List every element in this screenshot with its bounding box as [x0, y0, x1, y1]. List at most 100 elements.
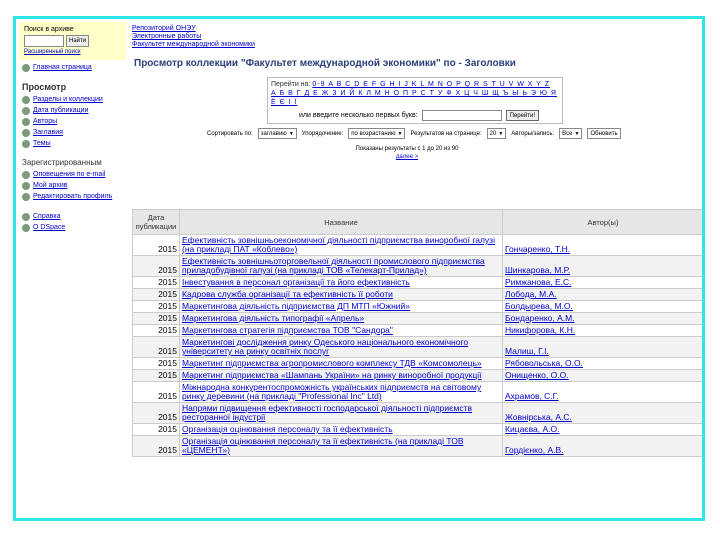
row-year: 2015 — [132, 357, 180, 370]
row-title[interactable]: Інвестування в персонал організації та й… — [179, 276, 503, 289]
browse-communities[interactable]: Разделы и коллекции — [22, 96, 126, 104]
browse-heading: Просмотр — [22, 82, 67, 92]
table-row: 2015 Ефективність зовнішньоекономічної ді… — [132, 234, 702, 256]
header-title[interactable]: Название — [179, 209, 503, 235]
my-archive-link[interactable]: Мой архив — [22, 182, 126, 190]
results-info: Показаны результаты с 1 до 20 из 90 дале… — [207, 145, 607, 161]
browser-frame: Поиск в архиве Найти Расширенный поиск Г… — [13, 16, 705, 521]
browse-authors[interactable]: Авторы — [22, 118, 126, 126]
arrow-icon — [22, 140, 30, 148]
arrow-icon — [22, 213, 30, 221]
email-alerts-link[interactable]: Оповещения по e-mail — [22, 171, 126, 179]
row-author[interactable]: Гончаренко, Т.Н. — [502, 234, 702, 256]
browse-date[interactable]: Дата публикации — [22, 107, 126, 115]
search-input[interactable] — [24, 35, 64, 47]
arrow-icon — [22, 107, 30, 115]
breadcrumb: Репозиторий ОНЭУ Электронные работы Факу… — [132, 25, 702, 49]
row-author[interactable]: Гордієнко, А.В. — [502, 435, 702, 457]
alphabet-jump: Перейти на: 0-9 A B C D E F G H I J K L … — [267, 77, 563, 124]
order-select[interactable]: по возрастанию ▼ — [348, 128, 406, 139]
refresh-button[interactable]: Обновить — [587, 128, 621, 139]
sort-select[interactable]: заглавию ▼ — [257, 128, 297, 139]
row-author[interactable]: Никифорова, К.Н. — [502, 324, 702, 337]
advanced-search-link[interactable]: Расширенный поиск — [24, 49, 121, 55]
row-author[interactable]: Онищенко, О.О. — [502, 369, 702, 382]
chevron-down-icon: ▼ — [288, 130, 294, 137]
breadcrumb-item[interactable]: Репозиторий ОНЭУ — [132, 25, 702, 33]
table-row: 2015 Організація оцінювання персоналу та … — [132, 435, 702, 457]
arrow-icon — [22, 96, 30, 104]
row-title[interactable]: Маркетинг підприємства агропромислового … — [179, 357, 503, 370]
cyrillic-letters[interactable]: А Б В Г Д Е Ж З И Й К Л М Н О П Р С Т У … — [271, 90, 557, 106]
home-link[interactable]: Главная страница — [22, 64, 126, 72]
row-author[interactable]: Рябовольська, О.О. — [502, 357, 702, 370]
table-row: 2015 Маркетингова стратегія підприємства … — [132, 324, 702, 337]
arrow-icon — [22, 224, 30, 232]
table-row: 2015 Маркетингові дослідження ринку Одесь… — [132, 336, 702, 358]
go-button[interactable]: Перейти! — [505, 110, 540, 121]
next-page-link[interactable]: далее > — [207, 153, 607, 161]
row-year: 2015 — [132, 369, 180, 382]
table-row: 2015 Інвестування в персонал організації … — [132, 276, 702, 289]
row-author[interactable]: Кицаєва, А.О. — [502, 423, 702, 436]
row-author[interactable]: Болдырева, М.О. — [502, 300, 702, 313]
results-count: Показаны результаты с 1 до 20 из 90 — [355, 146, 459, 152]
row-year: 2015 — [132, 234, 180, 256]
table-row: 2015 Ефективність зовнішньоторговельної д… — [132, 255, 702, 277]
results-table: Дата публикации Название Автор(ы) 2015 Еф… — [132, 209, 702, 457]
table-row: 2015 Міжнародна конкурентоспроможність ук… — [132, 381, 702, 403]
row-title[interactable]: Ефективність зовнішньоторговельної діяль… — [179, 255, 503, 277]
chevron-down-icon: ▼ — [397, 130, 403, 137]
row-title[interactable]: Маркетинг підприємства «Шампань України»… — [179, 369, 503, 382]
edit-profile-link[interactable]: Редактировать профиль — [22, 193, 126, 201]
row-title[interactable]: Ефективність зовнішньоекономічної діяльн… — [179, 234, 503, 256]
row-year: 2015 — [132, 336, 180, 358]
latin-letters[interactable]: 0-9 A B C D E F G H I J K L M N O P Q R … — [312, 81, 550, 88]
page-title: Просмотр коллекции "Факультет международ… — [134, 58, 516, 69]
order-label: Упорядочение: — [301, 130, 344, 137]
row-year: 2015 — [132, 423, 180, 436]
table-row: 2015 Організація оцінювання персоналу та … — [132, 423, 702, 436]
row-author[interactable]: Жовнірська, А.С. — [502, 402, 702, 424]
row-title[interactable]: Організація оцінювання персоналу та її е… — [179, 435, 503, 457]
first-letters-input[interactable] — [421, 110, 502, 121]
row-title[interactable]: Маркетингова діяльність типографії «Апре… — [179, 312, 503, 325]
row-title[interactable]: Міжнародна конкурентоспроможність україн… — [179, 381, 503, 403]
results-label: Результатов на странице: — [410, 130, 482, 137]
help-link[interactable]: Справка — [22, 213, 126, 221]
search-box: Поиск в архиве Найти Расширенный поиск — [19, 22, 126, 60]
row-year: 2015 — [132, 300, 180, 313]
breadcrumb-item[interactable]: Факультет международной экономики — [132, 41, 702, 49]
browse-titles[interactable]: Заглавия — [22, 129, 126, 137]
row-year: 2015 — [132, 288, 180, 301]
row-title[interactable]: Організація оцінювання персоналу та її е… — [179, 423, 503, 436]
results-select[interactable]: 20 ▼ — [486, 128, 507, 139]
table-row: 2015 Маркетинг підприємства «Шампань Укра… — [132, 369, 702, 382]
breadcrumb-item[interactable]: Электронные работы — [132, 33, 702, 41]
row-title[interactable]: Кадрова служба організації та ефективніс… — [179, 288, 503, 301]
header-author[interactable]: Автор(ы) — [502, 209, 702, 235]
arrow-icon — [22, 171, 30, 179]
chevron-down-icon: ▼ — [498, 130, 504, 137]
arrow-icon — [22, 193, 30, 201]
sort-bar: Сортировать по: заглавию ▼ Упорядочение: … — [207, 128, 702, 139]
row-author[interactable]: Малиш, Г.І. — [502, 336, 702, 358]
authors-select[interactable]: Все ▼ — [559, 128, 583, 139]
search-button[interactable]: Найти — [66, 35, 90, 47]
row-title[interactable]: Маркетингові дослідження ринку Одеського… — [179, 336, 503, 358]
row-year: 2015 — [132, 324, 180, 337]
first-letters-label: или введите несколько первых букв: — [299, 112, 418, 119]
row-year: 2015 — [132, 402, 180, 424]
row-author[interactable]: Шинкарова, М.Р. — [502, 255, 702, 277]
row-author[interactable]: Римжанова, Е.С. — [502, 276, 702, 289]
search-title: Поиск в архиве — [24, 26, 74, 33]
row-author[interactable]: Ахрамов, С.Г. — [502, 381, 702, 403]
row-author[interactable]: Бондаренко, А.М. — [502, 312, 702, 325]
row-author[interactable]: Лобода, М.А. — [502, 288, 702, 301]
browse-subjects[interactable]: Темы — [22, 140, 126, 148]
about-link[interactable]: О DSpace — [22, 224, 126, 232]
row-title[interactable]: Напрями підвищення ефективності господар… — [179, 402, 503, 424]
header-date[interactable]: Дата публикации — [132, 209, 180, 235]
row-title[interactable]: Маркетингова стратегія підприємства ТОВ … — [179, 324, 503, 337]
row-title[interactable]: Маркетингова діяльність підприємства ДП … — [179, 300, 503, 313]
